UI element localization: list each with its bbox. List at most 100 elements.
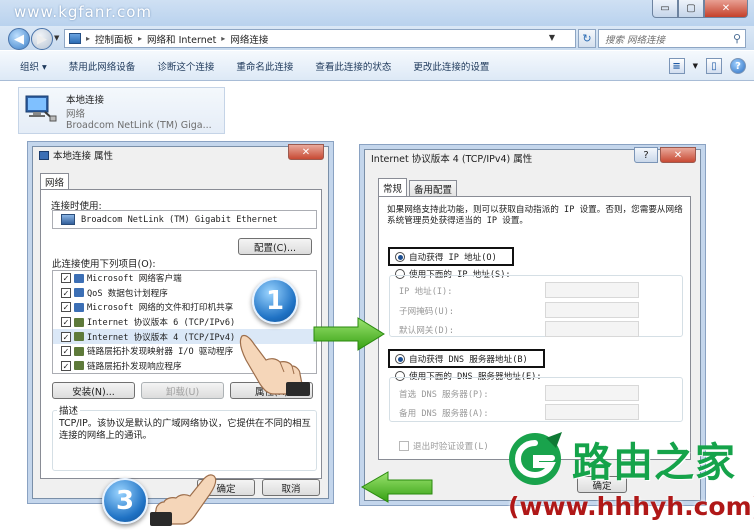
network-connection-item[interactable]: 本地连接 网络 Broadcom NetLink (TM) Giga... xyxy=(18,87,225,134)
minimize-button[interactable]: ▭ xyxy=(652,0,678,18)
protocol-icon xyxy=(74,317,84,327)
component-label: Microsoft 网络客户端 xyxy=(87,274,182,285)
validate-label: 退出时验证设置(L) xyxy=(413,442,489,452)
brand-name: 路由之家 xyxy=(572,440,736,486)
component-label: 链路层拓扑发现映射器 I/O 驱动程序 xyxy=(87,347,234,358)
client-icon xyxy=(74,273,84,283)
step-three-badge: 3 xyxy=(102,478,148,524)
search-placeholder: 搜索 网络连接 xyxy=(605,34,666,46)
dialog-title: Internet 协议版本 4 (TCP/IPv4) 属性 xyxy=(371,154,533,165)
component-label: QoS 数据包计划程序 xyxy=(87,288,168,299)
component-label: Internet 协议版本 6 (TCP/IPv6) xyxy=(87,318,236,329)
ip-address-input[interactable] xyxy=(545,282,639,298)
intro-text: 如果网络支持此功能，则可以获取自动指派的 IP 设置。否则，您需要从网络系统管理… xyxy=(387,205,683,226)
connection-name: 本地连接 xyxy=(66,95,105,106)
connection-status: 网络 xyxy=(66,109,86,120)
checkbox[interactable]: ✓ xyxy=(61,331,71,342)
adapter-name: Broadcom NetLink (TM) Gigabit Ethernet xyxy=(81,214,278,225)
brand-watermark: 路由之家 (www.hhhyh.com) xyxy=(500,428,754,530)
network-adapter-icon xyxy=(25,95,57,122)
auto-dns-label: 自动获得 DNS 服务器地址(B) xyxy=(409,355,528,365)
checkbox[interactable]: ✓ xyxy=(61,317,71,328)
search-icon[interactable]: ⚲ xyxy=(733,32,741,45)
service-icon xyxy=(74,302,84,312)
left-arrow-icon xyxy=(360,471,433,503)
help-button[interactable]: ? xyxy=(634,147,658,163)
control-panel-icon xyxy=(69,33,81,44)
tab-network[interactable]: 网络 xyxy=(40,173,70,190)
help-icon[interactable]: ? xyxy=(730,58,746,74)
rename-command[interactable]: 重命名此连接 xyxy=(236,59,293,73)
configure-button[interactable]: 配置(C)... xyxy=(238,238,312,255)
preferred-dns-label: 首选 DNS 服务器(P): xyxy=(399,390,489,400)
auto-ip-option[interactable]: 自动获得 IP 地址(O) xyxy=(395,251,497,263)
refresh-button[interactable]: ↻ xyxy=(578,29,596,48)
organize-menu[interactable]: 组织 ▾ xyxy=(20,59,47,73)
alternate-dns-input[interactable] xyxy=(545,404,639,420)
step-one-badge: 1 xyxy=(252,278,298,324)
forward-button[interactable]: ▶ xyxy=(31,28,53,50)
component-label: 链路层拓扑发现响应程序 xyxy=(87,361,182,372)
dialog-title: 本地连接 属性 xyxy=(53,151,114,162)
local-connection-properties-dialog: 本地连接 属性 ✕ 网络 连接时使用: Broadcom NetLink (TM… xyxy=(32,144,329,499)
search-input[interactable]: 搜索 网络连接 ⚲ xyxy=(598,29,746,48)
view-options-icon[interactable]: ≡ xyxy=(668,58,685,74)
default-gateway-input[interactable] xyxy=(545,321,639,337)
address-bar[interactable]: ▸ 控制面板 ▸ 网络和 Internet ▸ 网络连接 ▼ xyxy=(64,29,576,48)
uninstall-button[interactable]: 卸载(U) xyxy=(141,382,224,399)
breadcrumb-separator[interactable]: ▸ xyxy=(86,34,90,43)
description-label: 描述 xyxy=(57,403,81,417)
checkbox[interactable]: ✓ xyxy=(61,273,71,284)
adapter-icon xyxy=(61,214,75,225)
view-controls: ≡ ▼ ▯ ? xyxy=(668,58,746,74)
items-label: 此连接使用下列项目(O): xyxy=(52,259,156,270)
tab-general[interactable]: 常规 xyxy=(378,178,408,196)
adapter-field: Broadcom NetLink (TM) Gigabit Ethernet xyxy=(52,210,317,229)
checkbox[interactable]: ✓ xyxy=(61,287,71,298)
view-status-command[interactable]: 查看此连接的状态 xyxy=(315,59,391,73)
auto-dns-option[interactable]: 自动获得 DNS 服务器地址(B) xyxy=(395,353,528,365)
subnet-mask-label: 子网掩码(U): xyxy=(399,307,455,317)
connection-device: Broadcom NetLink (TM) Giga... xyxy=(66,120,212,131)
breadcrumb-network-internet[interactable]: 网络和 Internet xyxy=(147,32,216,46)
service-icon xyxy=(74,288,84,298)
disable-device-command[interactable]: 禁用此网络设备 xyxy=(69,59,136,73)
checkbox[interactable]: ✓ xyxy=(61,360,71,371)
breadcrumb-control-panel[interactable]: 控制面板 xyxy=(95,32,133,46)
default-gateway-label: 默认网关(D): xyxy=(399,326,455,336)
preview-pane-icon[interactable]: ▯ xyxy=(706,58,722,74)
dialog-titlebar: 本地连接 属性 xyxy=(33,146,328,164)
breadcrumb-separator[interactable]: ▸ xyxy=(138,34,142,43)
window-titlebar: www.kgfanr.com ▭ ▢ ✕ xyxy=(0,0,754,26)
auto-ip-radio[interactable] xyxy=(395,252,405,262)
close-button[interactable]: ✕ xyxy=(660,147,696,163)
network-icon xyxy=(39,150,49,160)
address-dropdown-icon[interactable]: ▼ xyxy=(549,33,555,42)
subnet-mask-input[interactable] xyxy=(545,302,639,318)
auto-dns-radio[interactable] xyxy=(395,354,405,364)
install-button[interactable]: 安装(N)... xyxy=(52,382,135,399)
diagnose-command[interactable]: 诊断这个连接 xyxy=(157,59,214,73)
close-button[interactable]: ✕ xyxy=(704,0,748,18)
alternate-dns-label: 备用 DNS 服务器(A): xyxy=(399,409,489,419)
close-button[interactable]: ✕ xyxy=(288,144,324,160)
checkbox[interactable]: ✓ xyxy=(61,302,71,313)
address-row: ◀ ▶ ▼ ▸ 控制面板 ▸ 网络和 Internet ▸ 网络连接 ▼ ↻ 搜… xyxy=(0,26,754,50)
ip-address-label: IP 地址(I): xyxy=(399,287,453,297)
brand-logo-icon xyxy=(509,432,562,485)
maximize-button[interactable]: ▢ xyxy=(678,0,704,18)
back-button[interactable]: ◀ xyxy=(8,28,30,50)
change-settings-command[interactable]: 更改此连接的设置 xyxy=(413,59,489,73)
checkbox[interactable]: ✓ xyxy=(61,346,71,357)
auto-ip-label: 自动获得 IP 地址(O) xyxy=(409,253,497,263)
breadcrumb-network-connections[interactable]: 网络连接 xyxy=(230,32,268,46)
validate-checkbox[interactable] xyxy=(399,441,409,451)
cancel-button[interactable]: 取消 xyxy=(262,479,320,496)
validate-option[interactable]: 退出时验证设置(L) xyxy=(399,440,489,452)
view-dropdown-icon[interactable]: ▼ xyxy=(693,62,698,70)
recent-pages-dropdown-icon[interactable]: ▼ xyxy=(54,34,59,42)
brand-url: (www.hhhyh.com) xyxy=(508,492,754,521)
breadcrumb-separator[interactable]: ▸ xyxy=(221,34,225,43)
preferred-dns-input[interactable] xyxy=(545,385,639,401)
tab-alternate-config[interactable]: 备用配置 xyxy=(409,180,458,196)
